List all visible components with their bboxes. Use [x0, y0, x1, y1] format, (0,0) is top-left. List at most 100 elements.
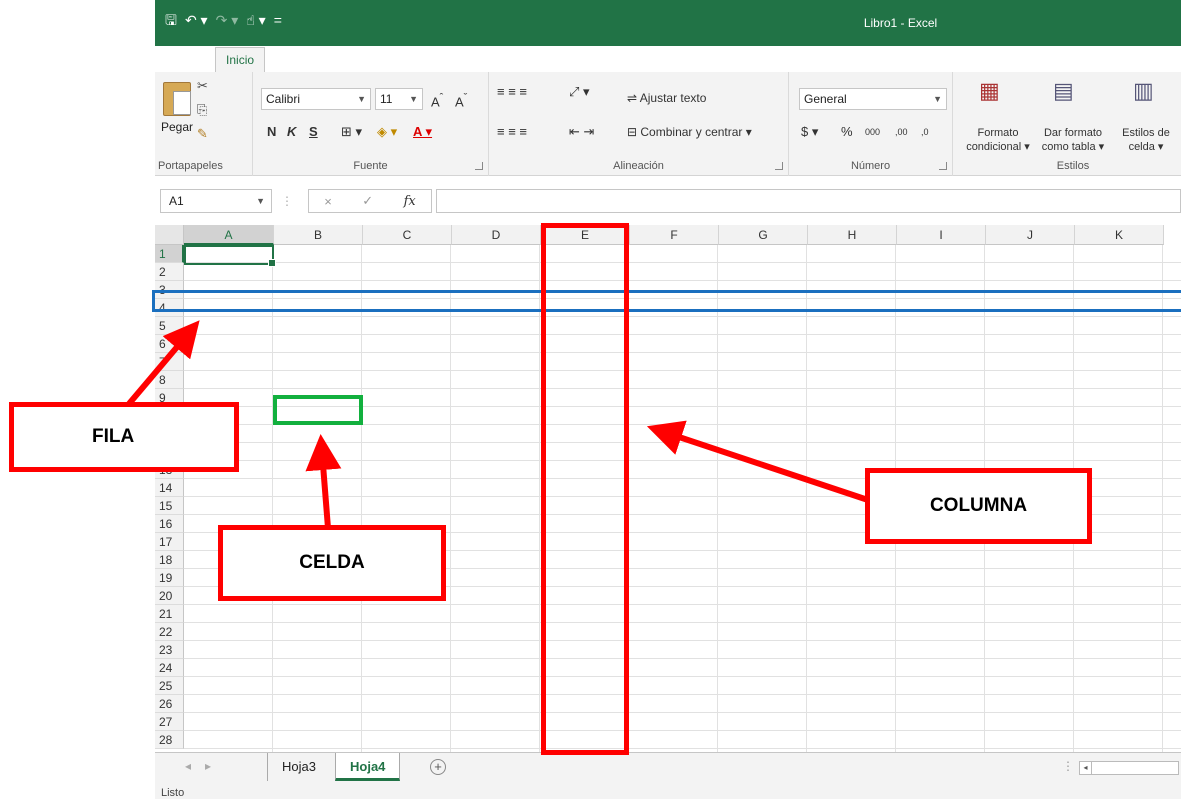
sheet-tab-hoja4[interactable]: Hoja4	[335, 753, 401, 781]
row-header-26[interactable]: 26	[155, 695, 184, 713]
row-header-11[interactable]: 11	[155, 425, 184, 443]
decrease-decimal-button[interactable]: ,0	[921, 122, 929, 142]
row-header-2[interactable]: 2	[155, 263, 184, 281]
column-header-e[interactable]: E	[541, 225, 630, 245]
format-painter-icon[interactable]: ✎	[197, 126, 208, 142]
thousands-button[interactable]: 000	[865, 122, 880, 142]
tab-revisar[interactable]: Revisar	[561, 47, 622, 72]
font-name-value: Calibri	[266, 92, 301, 106]
status-bar: Listo	[155, 782, 1181, 799]
column-header-c[interactable]: C	[363, 225, 452, 245]
row-header-24[interactable]: 24	[155, 659, 184, 677]
horizontal-scrollbar[interactable]: ◂	[1079, 761, 1179, 775]
bold-button[interactable]: N	[267, 122, 276, 142]
cancel-icon[interactable]: ×	[324, 194, 332, 209]
group-clipboard: Pegar ✂ ⎘ ✎ Portapapeles	[155, 72, 253, 176]
insert-function-button[interactable]: fx	[404, 194, 416, 209]
paste-button[interactable]: Pegar	[161, 120, 193, 134]
increase-decimal-button[interactable]: ,00	[895, 122, 908, 142]
row-header-27[interactable]: 27	[155, 713, 184, 731]
column-header-d[interactable]: D	[452, 225, 541, 245]
row-header-13[interactable]: 13	[155, 461, 184, 479]
column-header-i[interactable]: I	[897, 225, 986, 245]
align-left-icon[interactable]: ≡ ≡ ≡	[497, 122, 527, 142]
scroll-left-icon[interactable]: ◂	[1080, 762, 1092, 774]
fill-color-icon[interactable]: ◈ ▾	[377, 122, 397, 142]
add-sheet-icon[interactable]: +	[430, 759, 446, 775]
row-header-12[interactable]: 12	[155, 443, 184, 461]
name-box[interactable]: A1 ▼	[160, 189, 272, 213]
row-header-9[interactable]: 9	[155, 389, 184, 407]
group-label-font: Fuente	[353, 160, 388, 172]
row-header-7[interactable]: 7	[155, 353, 184, 371]
sheet-tab-hoja3[interactable]: Hoja3	[267, 753, 330, 781]
row-header-28[interactable]: 28	[155, 731, 184, 749]
row-header-25[interactable]: 25	[155, 677, 184, 695]
paste-icon[interactable]	[163, 82, 191, 116]
alignment-launcher-icon[interactable]	[775, 162, 783, 170]
formula-input[interactable]	[436, 189, 1181, 213]
enter-icon[interactable]: ✓	[362, 193, 373, 209]
row-header-6[interactable]: 6	[155, 335, 184, 353]
row-header-10[interactable]: 10	[155, 407, 184, 425]
shrink-font-icon[interactable]: Aˇ	[455, 88, 467, 112]
column-header-a[interactable]: A	[184, 225, 274, 245]
column-header-k[interactable]: K	[1075, 225, 1164, 245]
font-size-select[interactable]: 11 ▼	[375, 88, 423, 110]
currency-button[interactable]: $ ▾	[801, 122, 818, 142]
indent-icon[interactable]: ⇤ ⇥	[569, 122, 594, 142]
row-header-14[interactable]: 14	[155, 479, 184, 497]
column-header-b[interactable]: B	[274, 225, 363, 245]
tab-insertar[interactable]: Insertar	[265, 47, 326, 72]
row-header-19[interactable]: 19	[155, 569, 184, 587]
tab-formulas[interactable]: Fórmulas	[439, 47, 509, 72]
tab-inicio[interactable]: Inicio	[215, 47, 266, 72]
sheet-nav-arrows-icon[interactable]: ◂▸	[185, 759, 225, 773]
row-header-8[interactable]: 8	[155, 371, 184, 389]
font-launcher-icon[interactable]	[475, 162, 483, 170]
row-header-16[interactable]: 16	[155, 515, 184, 533]
row-header-3[interactable]: 3	[155, 281, 184, 299]
cell-area[interactable]	[184, 245, 1181, 752]
row-header-17[interactable]: 17	[155, 533, 184, 551]
column-header-j[interactable]: J	[986, 225, 1075, 245]
borders-icon[interactable]: ⊞ ▾	[341, 122, 362, 142]
column-header-h[interactable]: H	[808, 225, 897, 245]
cut-icon[interactable]: ✂	[197, 78, 208, 94]
percent-button[interactable]: %	[841, 122, 853, 142]
row-header-22[interactable]: 22	[155, 623, 184, 641]
number-format-select[interactable]: General ▼	[799, 88, 947, 110]
row-header-15[interactable]: 15	[155, 497, 184, 515]
tab-vista[interactable]: Vista	[621, 47, 667, 72]
conditional-format-button[interactable]: Formato condicional ▾	[963, 126, 1033, 154]
orientation-icon[interactable]: ⤢ ▾	[569, 82, 590, 102]
grow-font-icon[interactable]: Aˆ	[431, 88, 443, 112]
wrap-text-button[interactable]: ⇌ Ajustar texto	[627, 88, 706, 108]
row-header-18[interactable]: 18	[155, 551, 184, 569]
tab-archivo[interactable]: Archivo	[155, 47, 215, 72]
column-header-f[interactable]: F	[630, 225, 719, 245]
underline-button[interactable]: S	[309, 122, 318, 142]
row-header-23[interactable]: 23	[155, 641, 184, 659]
row-header-1[interactable]: 1	[155, 245, 184, 263]
row-header-5[interactable]: 5	[155, 317, 184, 335]
row-header-21[interactable]: 21	[155, 605, 184, 623]
align-top-icon[interactable]: ≡ ≡ ≡	[497, 82, 527, 102]
select-all-button[interactable]	[155, 225, 184, 245]
merge-center-button[interactable]: ⊟ Combinar y centrar ▾	[627, 122, 752, 142]
splitter-grip-icon[interactable]: ⋮	[1062, 759, 1074, 773]
format-as-table-button[interactable]: Dar formato como tabla ▾	[1037, 126, 1109, 154]
row-header-4[interactable]: 4	[155, 299, 184, 317]
tab-diseno[interactable]: Diseño de página	[326, 47, 439, 72]
copy-icon[interactable]: ⎘	[197, 102, 207, 118]
font-name-select[interactable]: Calibri ▼	[261, 88, 371, 110]
font-color-icon[interactable]: A ▾	[413, 122, 432, 142]
cell-styles-button[interactable]: Estilos de celda ▾	[1111, 126, 1181, 154]
tab-datos[interactable]: Datos	[509, 47, 560, 72]
italic-button[interactable]: K	[287, 122, 296, 142]
tell-me-box[interactable]: ♀ ¿Qué desea hacer?	[668, 47, 807, 72]
number-launcher-icon[interactable]	[939, 162, 947, 170]
column-header-g[interactable]: G	[719, 225, 808, 245]
active-cell-a1[interactable]	[184, 245, 276, 267]
row-header-20[interactable]: 20	[155, 587, 184, 605]
